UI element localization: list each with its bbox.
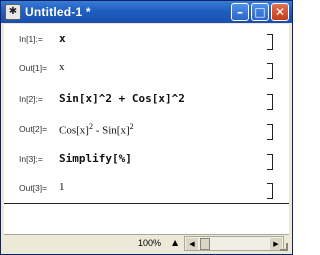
status-bar: 100% ▲ ◀ ▶ [4,234,289,252]
cell-bracket[interactable] [267,124,273,140]
minimize-button[interactable]: – [231,3,249,21]
cell-label: Out[2]= [19,124,48,134]
left-arrow-icon: ◀ [189,240,195,248]
cell-expression[interactable]: x [59,61,65,73]
scroll-thumb[interactable] [200,238,210,250]
cell-label: In[3]:= [19,154,43,164]
cell-expression[interactable]: Sin[x]^2 + Cos[x]^2 [59,92,185,105]
cell-bracket[interactable] [267,183,273,199]
cell-label: Out[1]= [19,63,48,73]
cell-label: In[1]:= [19,34,43,44]
cell-bracket[interactable] [267,154,273,170]
exponent: 2 [129,122,134,131]
cell-expression[interactable]: 1 [59,181,65,193]
minimize-icon: – [237,5,243,19]
cell-bracket[interactable] [267,94,273,110]
expr-part: Cos[x] [59,124,89,137]
maximize-button[interactable]: □ [251,3,269,21]
input-cell[interactable]: In[3]:= Simplify[%] [4,150,289,172]
notebook-window: ✱ Untitled-1 * – □ ✕ In[1]:= x Out[1]= x… [0,0,293,255]
cell-insertion-line [4,203,289,204]
cell-bracket[interactable] [267,34,273,50]
output-cell[interactable]: Out[3]= 1 [4,179,289,201]
output-cell[interactable]: Out[2]= Cos[x]2 - Sin[x]2 [4,120,289,142]
mathematica-icon: ✱ [5,4,21,20]
horizontal-scrollbar[interactable]: ◀ ▶ [184,236,284,251]
up-arrow-icon[interactable]: ▲ [172,238,178,247]
input-cell[interactable]: In[1]:= x [4,30,289,52]
window-title: Untitled-1 * [25,5,91,19]
close-icon: ✕ [274,5,286,19]
expr-part: - Sin[x] [92,124,130,137]
cell-expression[interactable]: x [59,32,66,45]
cell-expression[interactable]: Cos[x]2 - Sin[x]2 [59,122,134,137]
cell-label: Out[3]= [19,183,48,193]
cell-bracket[interactable] [267,63,273,79]
resize-grip[interactable] [280,243,288,251]
close-button[interactable]: ✕ [271,3,289,21]
cell-label: In[2]:= [19,94,43,104]
scroll-left-button[interactable]: ◀ [186,238,198,250]
input-cell[interactable]: In[2]:= Sin[x]^2 + Cos[x]^2 [4,90,289,112]
right-arrow-icon: ▶ [273,240,279,248]
notebook-content[interactable]: In[1]:= x Out[1]= x In[2]:= Sin[x]^2 + C… [4,24,289,234]
output-cell[interactable]: Out[1]= x [4,59,289,81]
title-bar[interactable]: ✱ Untitled-1 * – □ ✕ [1,1,292,23]
maximize-icon: □ [254,5,266,19]
zoom-level[interactable]: 100% [138,238,161,248]
cell-expression[interactable]: Simplify[%] [59,152,132,165]
